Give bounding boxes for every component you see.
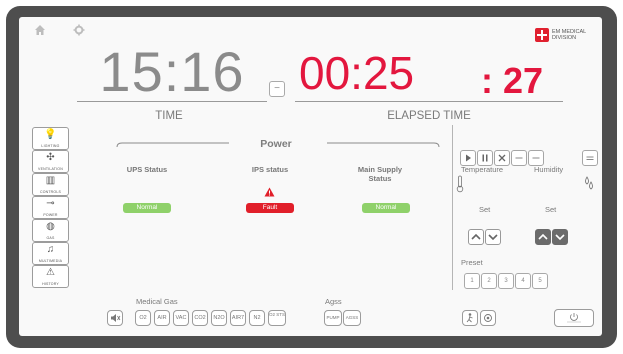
humidity-down-button[interactable] xyxy=(552,229,568,245)
current-time: 15:16 xyxy=(99,40,245,103)
gas-button-n2[interactable]: N2 xyxy=(249,310,265,326)
temperature-up-button[interactable] xyxy=(468,229,484,245)
logo-line-2: DIVISION xyxy=(552,35,577,41)
gas-button-co2[interactable]: CO2 xyxy=(192,310,208,326)
menu-button[interactable] xyxy=(582,150,598,166)
preset-button-1[interactable]: 1 xyxy=(464,273,480,289)
minus-icon xyxy=(515,157,523,159)
ups-status-label: UPS Status xyxy=(126,165,168,174)
menu-icon xyxy=(586,156,594,160)
chevron-down-icon xyxy=(488,234,498,241)
sidebar-item-label: VENTILATION xyxy=(38,167,63,171)
sidebar-item-label: HISTORY xyxy=(42,282,59,286)
close-icon xyxy=(498,154,506,162)
chevron-up-icon xyxy=(471,233,481,240)
ips-status-label: IPS status xyxy=(251,165,289,174)
fan-icon: ✣ xyxy=(46,152,55,163)
main-supply-status-badge: Normal xyxy=(362,203,410,213)
sidebar-item-lighting[interactable]: 💡 LIGHTING xyxy=(32,127,69,150)
sidebar-item-controls[interactable]: ▥ CONTROLS xyxy=(32,173,69,196)
sidebar-item-power[interactable]: ⊸ POWER xyxy=(32,196,69,219)
music-icon: ♫ xyxy=(46,244,55,255)
camera-icon xyxy=(484,314,492,322)
play-icon xyxy=(466,154,471,162)
running-person-icon xyxy=(466,313,473,323)
time-underline xyxy=(77,101,267,102)
sidebar-item-ventilation[interactable]: ✣ VENTILATION xyxy=(32,150,69,173)
minus-icon xyxy=(532,157,540,159)
door-icon: ▥ xyxy=(45,175,56,186)
elapsed-time-label: ELAPSED TIME xyxy=(387,110,471,122)
preset-button-2[interactable]: 2 xyxy=(481,273,497,289)
camera-button[interactable] xyxy=(480,310,496,326)
sidebar-item-history[interactable]: ⚠ HISTORY xyxy=(32,265,69,288)
home-icon[interactable] xyxy=(34,24,46,36)
control-panel-screen: EM MEDICAL DIVISION 15:16 TIME − 00:25 :… xyxy=(19,17,602,336)
temperature-label: Temperature xyxy=(461,165,504,174)
minus-button-2[interactable] xyxy=(528,150,544,166)
stop-button[interactable] xyxy=(494,150,510,166)
brand-logo-mark-icon xyxy=(535,28,549,42)
elapsed-underline xyxy=(295,101,563,102)
warning-icon: ⚠ xyxy=(46,267,55,278)
brand-logo: EM MEDICAL DIVISION xyxy=(535,28,602,42)
gas-button-air7[interactable]: AIR7 xyxy=(230,310,246,326)
elapsed-time-seconds: : 27 xyxy=(481,60,544,101)
humidity-up-button[interactable] xyxy=(535,229,551,245)
sidebar-item-label: GAS xyxy=(46,236,55,240)
sidebar-item-label: POWER xyxy=(43,213,58,217)
gas-icon: ◍ xyxy=(46,221,55,232)
gas-button-o2[interactable]: O2 xyxy=(135,310,151,326)
preset-button-5[interactable]: 5 xyxy=(532,273,548,289)
gas-button-n2o[interactable]: N2O xyxy=(211,310,227,326)
ips-status-badge: Fault xyxy=(246,203,294,213)
power-title: Power xyxy=(260,138,292,150)
elapsed-time-main: 00:25 xyxy=(299,47,415,99)
sidebar-item-label: LIGHTING xyxy=(41,144,60,148)
gas-button-vac[interactable]: VAC xyxy=(173,310,189,326)
preset-button-3[interactable]: 3 xyxy=(498,273,514,289)
gas-button-o2-sts[interactable]: O2 STS xyxy=(268,310,286,326)
agss-button[interactable]: AGSS xyxy=(343,310,361,326)
lightbulb-icon: 💡 xyxy=(44,129,57,140)
speaker-mute-icon xyxy=(111,314,121,322)
right-panel-divider xyxy=(452,125,453,290)
sidebar-item-label: MULTIMEDIA xyxy=(38,259,63,263)
reset-elapsed-button[interactable]: − xyxy=(269,81,285,97)
gas-mute-button[interactable] xyxy=(107,310,123,326)
preset-button-4[interactable]: 4 xyxy=(515,273,531,289)
emergency-button[interactable] xyxy=(462,310,478,326)
humidity-label: Humidity xyxy=(534,165,564,174)
temperature-down-button[interactable] xyxy=(485,229,501,245)
plug-icon: ⊸ xyxy=(46,198,55,209)
temperature-set-label: Set xyxy=(479,205,491,214)
thermometer-icon xyxy=(456,175,464,193)
gear-icon[interactable] xyxy=(73,24,85,36)
pause-icon xyxy=(482,154,488,162)
minus-button[interactable] xyxy=(511,150,527,166)
gas-button-air[interactable]: AIR xyxy=(154,310,170,326)
humidity-drops-icon xyxy=(585,176,593,190)
fault-warning-icon xyxy=(264,187,275,197)
sidebar-item-multimedia[interactable]: ♫ MULTIMEDIA xyxy=(32,242,69,265)
agss-title: Agss xyxy=(325,297,342,306)
power-icon xyxy=(567,313,581,323)
power-off-button[interactable] xyxy=(554,309,594,327)
ups-status-badge: Normal xyxy=(123,203,171,213)
medical-gas-title: Medical Gas xyxy=(136,297,178,306)
preset-label: Preset xyxy=(461,258,483,267)
play-button[interactable] xyxy=(460,150,476,166)
sidebar-item-label: CONTROLS xyxy=(39,190,62,194)
main-supply-status-label: Main Supply Status xyxy=(357,165,403,183)
agss-pump-button[interactable]: PUMP xyxy=(324,310,342,326)
chevron-up-icon xyxy=(538,233,548,240)
pause-button[interactable] xyxy=(477,150,493,166)
sidebar-item-gas[interactable]: ◍ GAS xyxy=(32,219,69,242)
time-label: TIME xyxy=(155,110,183,122)
humidity-set-label: Set xyxy=(545,205,557,214)
chevron-down-icon xyxy=(555,234,565,241)
